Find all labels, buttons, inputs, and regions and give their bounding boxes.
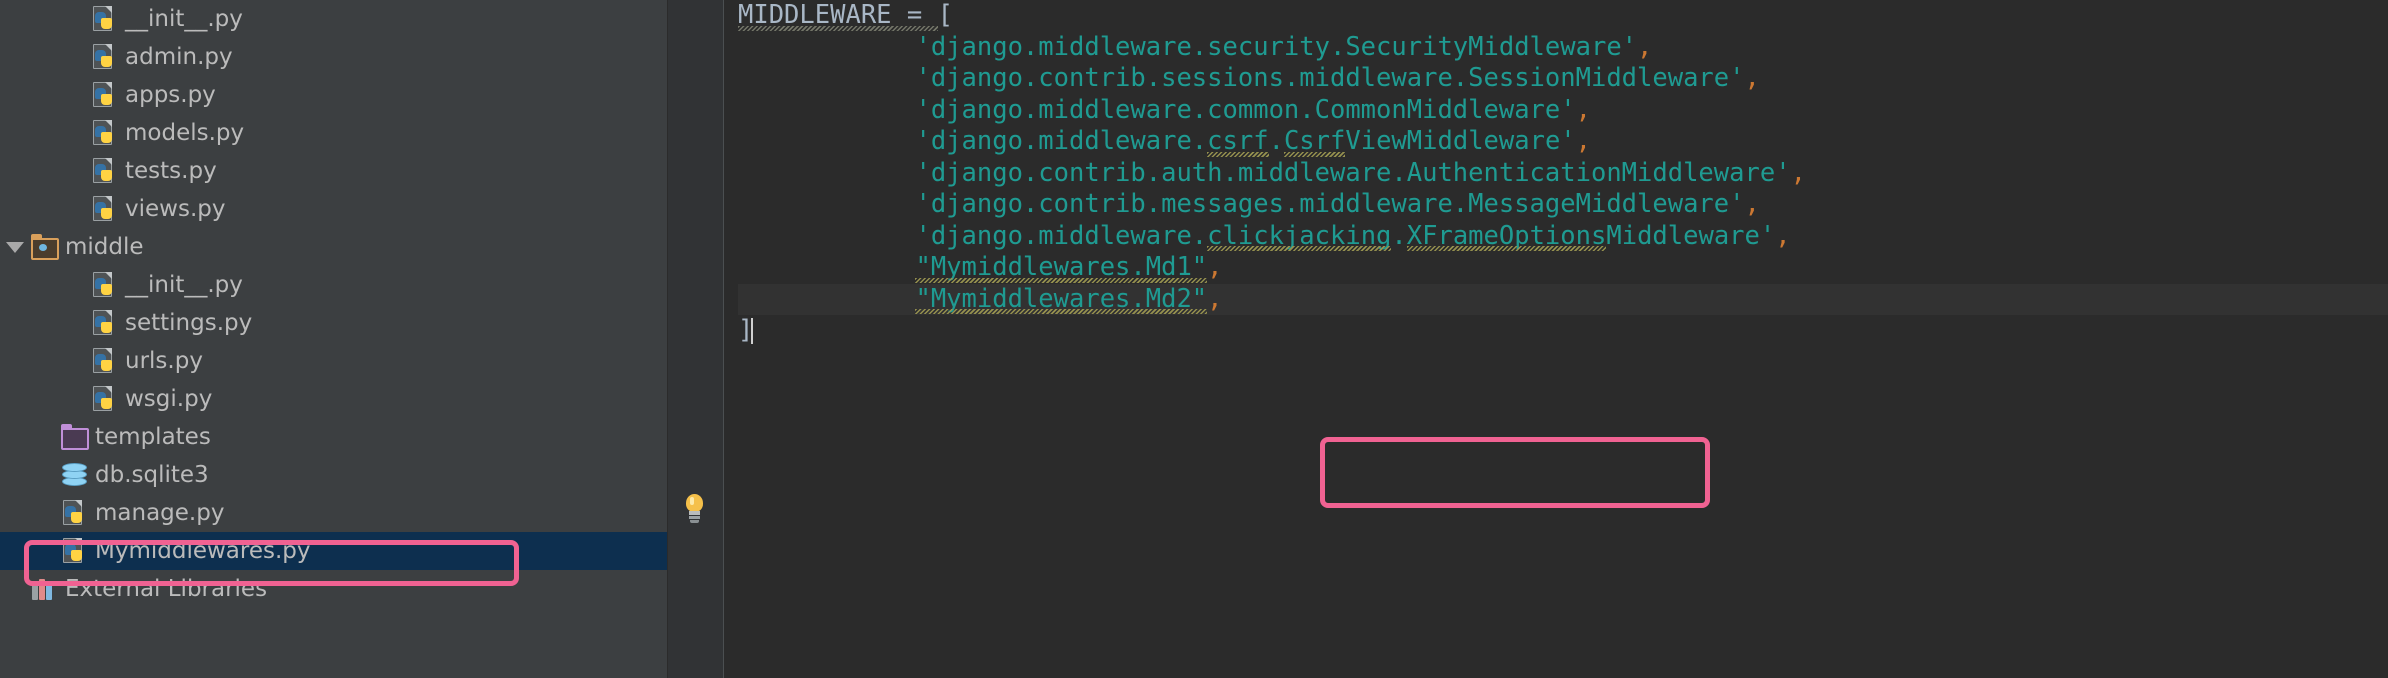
tree-item-admin-py[interactable]: admin.py	[0, 38, 668, 76]
code-token: 'django.contrib.sessions.middleware.Sess…	[915, 63, 1745, 93]
python-file-icon	[90, 271, 118, 299]
code-line[interactable]: 'django.middleware.common.CommonMiddlewa…	[738, 95, 2388, 127]
tree-item-templates[interactable]: templates	[0, 418, 668, 456]
code-line[interactable]: "Mymiddlewares.Md2",	[738, 283, 2388, 315]
code-line[interactable]: ]	[738, 315, 2388, 347]
code-token: ,	[1575, 94, 1591, 125]
templates-folder-icon	[60, 423, 89, 451]
tree-item--init-py[interactable]: __init__.py	[0, 266, 668, 304]
code-token: XFrameOptions	[1406, 220, 1607, 251]
tree-item-label: manage.py	[95, 500, 225, 526]
code-token: "Mymiddlewares.Md2"	[915, 283, 1208, 314]
tree-item-apps-py[interactable]: apps.py	[0, 76, 668, 114]
code-token: "Mymiddlewares.Md1"	[915, 252, 1208, 283]
python-file-icon	[90, 347, 118, 375]
tree-item-db-sqlite3[interactable]: db.sqlite3	[0, 456, 668, 494]
code-line[interactable]: "Mymiddlewares.Md1",	[738, 252, 2388, 284]
code-token: 'django.middleware.common.CommonMiddlewa…	[915, 94, 1576, 125]
code-token: ,	[1207, 283, 1223, 314]
code-token: csrf	[1207, 126, 1270, 157]
code-token: ,	[1637, 31, 1653, 62]
code-line[interactable]: 'django.contrib.messages.middleware.Mess…	[738, 189, 2388, 221]
tree-item-label: urls.py	[125, 348, 203, 374]
code-token: 'django.middleware.	[915, 220, 1208, 251]
python-file-icon	[90, 43, 118, 71]
tree-item-label: apps.py	[125, 82, 216, 108]
tree-item-label: templates	[95, 424, 211, 450]
python-file-icon	[60, 537, 88, 565]
tree-item-label: wsgi.py	[125, 386, 213, 412]
code-token: Middleware'	[1606, 220, 1776, 251]
python-file-icon	[90, 81, 118, 109]
code-line[interactable]: MIDDLEWARE = [	[738, 0, 2388, 32]
tree-item-settings-py[interactable]: settings.py	[0, 304, 668, 342]
tree-item-urls-py[interactable]: urls.py	[0, 342, 668, 380]
tree-item-label: tests.py	[125, 158, 217, 184]
external-libraries-icon	[30, 575, 58, 603]
code-token: =	[891, 0, 938, 31]
tree-item-label: middle	[65, 234, 144, 260]
code-line[interactable]: 'django.middleware.csrf.CsrfViewMiddlewa…	[738, 126, 2388, 158]
tree-item--init-py[interactable]: __init__.py	[0, 0, 668, 38]
code-editor[interactable]: MIDDLEWARE = ['django.middleware.securit…	[668, 0, 2388, 678]
tree-item-label: admin.py	[125, 44, 233, 70]
code-line[interactable]: 'django.middleware.clickjacking.XFrameOp…	[738, 221, 2388, 253]
tree-item-external-libraries[interactable]: External Libraries	[0, 570, 668, 608]
tree-item-label: views.py	[125, 196, 226, 222]
code-token: 'django.middleware.security.SecurityMidd…	[915, 31, 1638, 62]
code-token: .	[1268, 126, 1284, 156]
code-token: Csrf	[1283, 126, 1346, 157]
python-file-icon	[90, 385, 118, 413]
python-file-icon	[90, 309, 118, 337]
code-token: 'django.contrib.auth.middleware.Authenti…	[915, 157, 1791, 188]
code-area[interactable]: MIDDLEWARE = ['django.middleware.securit…	[724, 0, 2388, 678]
code-token: 'django.middleware.	[915, 126, 1208, 156]
tree-item-label: settings.py	[125, 310, 253, 336]
tree-item-label: External Libraries	[65, 576, 268, 602]
tree-item-middle[interactable]: middle	[0, 228, 668, 266]
project-tool-window[interactable]: __init__.py admin.py apps.py models.py tests…	[0, 0, 668, 678]
ide-window: __init__.py admin.py apps.py models.py tests…	[0, 0, 2388, 678]
code-token: ,	[1775, 220, 1791, 251]
tree-item-label: Mymiddlewares.py	[95, 538, 311, 564]
tree-item-manage-py[interactable]: manage.py	[0, 494, 668, 532]
tree-item-tests-py[interactable]: tests.py	[0, 152, 668, 190]
code-line[interactable]: 'django.contrib.auth.middleware.Authenti…	[738, 158, 2388, 190]
lightbulb-intention-icon[interactable]	[682, 494, 708, 524]
code-line[interactable]: 'django.contrib.sessions.middleware.Sess…	[738, 63, 2388, 95]
code-token: clickjacking	[1207, 220, 1392, 251]
tree-item-label: db.sqlite3	[95, 462, 209, 488]
tree-item-models-py[interactable]: models.py	[0, 114, 668, 152]
code-token: .	[1391, 220, 1407, 251]
code-token: ,	[1790, 157, 1806, 188]
database-icon	[60, 461, 88, 489]
code-token: ,	[1744, 189, 1760, 219]
python-file-icon	[90, 157, 118, 185]
code-token: ,	[1207, 252, 1223, 282]
python-file-icon	[90, 119, 118, 147]
code-line[interactable]: 'django.middleware.security.SecurityMidd…	[738, 32, 2388, 64]
python-file-icon	[90, 195, 118, 223]
editor-gutter[interactable]	[668, 0, 724, 678]
code-token: ViewMiddleware'	[1345, 126, 1576, 156]
python-file-icon	[90, 5, 118, 33]
code-token: MIDDLEWARE	[738, 0, 892, 31]
tree-item-label: models.py	[125, 120, 245, 146]
expand-caret-icon[interactable]	[0, 241, 30, 253]
tree-item-label: __init__.py	[125, 6, 243, 32]
tree-item-label: __init__.py	[125, 272, 243, 298]
code-token: [	[937, 0, 953, 30]
project-tree[interactable]: __init__.py admin.py apps.py models.py tests…	[0, 0, 668, 608]
tree-item-mymiddlewares-py[interactable]: Mymiddlewares.py	[0, 532, 668, 570]
python-file-icon	[60, 499, 88, 527]
code-token: 'django.contrib.messages.middleware.Mess…	[915, 189, 1745, 219]
tree-item-wsgi-py[interactable]: wsgi.py	[0, 380, 668, 418]
code-token: ,	[1575, 126, 1592, 156]
module-folder-icon	[30, 233, 59, 261]
tree-item-views-py[interactable]: views.py	[0, 190, 668, 228]
code-token: ,	[1744, 63, 1760, 93]
text-caret	[751, 318, 754, 344]
